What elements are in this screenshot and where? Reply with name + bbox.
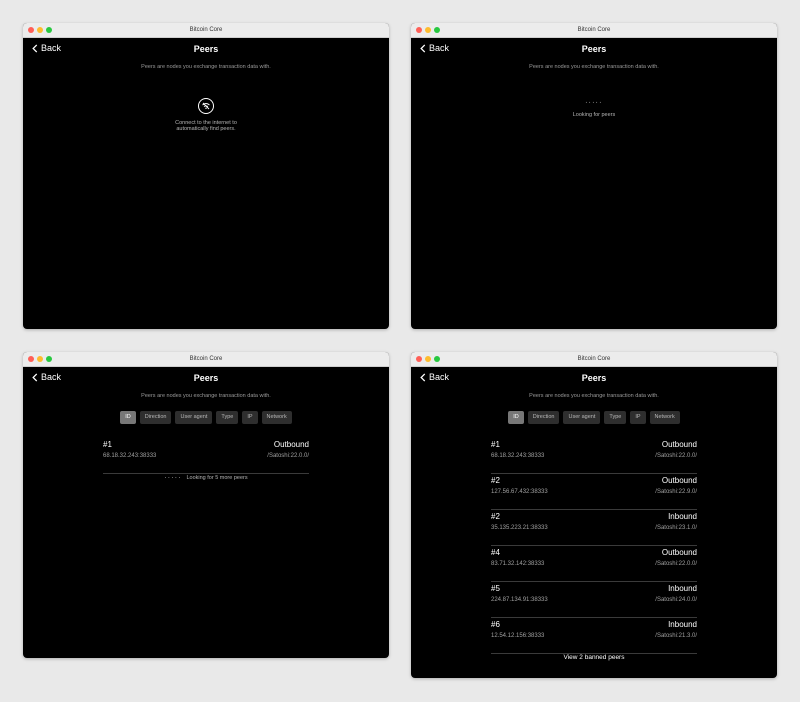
window-full-list: Bitcoin Core Back Peers Peers are nodes … <box>411 352 777 678</box>
zoom-button[interactable] <box>434 27 440 33</box>
minimize-button[interactable] <box>425 356 431 362</box>
peer-row[interactable]: #5 224.87.134.91:38333 Inbound /Satoshi:… <box>491 582 697 618</box>
page-subtitle: Peers are nodes you exchange transaction… <box>141 64 271 70</box>
window-partial: Bitcoin Core Back Peers Peers are nodes … <box>23 352 389 658</box>
filter-type[interactable]: Type <box>216 411 239 424</box>
peer-address: 127.56.67.432:38333 <box>491 489 548 495</box>
minimize-button[interactable] <box>425 27 431 33</box>
filter-direction[interactable]: Direction <box>527 411 560 424</box>
page-title: Peers <box>581 44 607 54</box>
peer-id: #5 <box>491 584 500 593</box>
peer-user-agent: /Satoshi:23.1.0/ <box>655 525 697 531</box>
filter-bar: ID Direction User agent Type IP Network <box>23 411 389 424</box>
page-subtitle: Peers are nodes you exchange transaction… <box>141 393 271 399</box>
page-title: Peers <box>581 373 607 383</box>
window-controls <box>28 27 52 33</box>
peer-row[interactable]: #1 68.18.32.243:38333 Outbound /Satoshi:… <box>491 438 697 474</box>
filter-user-agent[interactable]: User agent <box>563 411 601 424</box>
peer-row[interactable]: #2 35.135.223.21:38333 Inbound /Satoshi:… <box>491 510 697 546</box>
peer-id: #4 <box>491 548 500 557</box>
peer-user-agent: /Satoshi:21.3.0/ <box>655 633 697 639</box>
filter-network[interactable]: Network <box>261 411 292 424</box>
zoom-button[interactable] <box>46 356 52 362</box>
peer-address: 224.87.134.91:38333 <box>491 597 548 603</box>
peer-direction: Inbound <box>668 620 697 629</box>
loading-dots-icon: ····· <box>585 100 603 106</box>
peer-direction: Outbound <box>661 440 697 449</box>
window-title: Bitcoin Core <box>577 356 611 362</box>
peer-user-agent: /Satoshi:22.0.0/ <box>267 453 309 459</box>
peer-address: 68.18.32.243:38333 <box>491 453 545 459</box>
view-banned-peers-link[interactable]: View 2 banned peers <box>411 654 777 661</box>
peer-row[interactable]: #6 12.54.12.156:38333 Inbound /Satoshi:2… <box>491 618 697 654</box>
looking-more-label: Looking for 5 more peers <box>186 475 248 481</box>
window-offline: Bitcoin Core Back Peers Peers are nodes … <box>23 23 389 329</box>
peer-direction: Outbound <box>273 440 309 449</box>
window-controls <box>416 356 440 362</box>
window-controls <box>416 27 440 33</box>
titlebar: Bitcoin Core <box>23 352 389 367</box>
peer-direction: Outbound <box>661 548 697 557</box>
peer-row[interactable]: #2 127.56.67.432:38333 Outbound /Satoshi… <box>491 474 697 510</box>
page-title: Peers <box>193 373 219 383</box>
peer-row[interactable]: #1 68.18.32.243:38333 Outbound /Satoshi:… <box>103 438 309 474</box>
filter-ip[interactable]: IP <box>242 411 258 424</box>
zoom-button[interactable] <box>434 356 440 362</box>
peer-address: 35.135.223.21:38333 <box>491 525 548 531</box>
titlebar: Bitcoin Core <box>411 352 777 367</box>
filter-user-agent[interactable]: User agent <box>175 411 213 424</box>
page-subtitle: Peers are nodes you exchange transaction… <box>529 64 659 70</box>
peer-list: #1 68.18.32.243:38333 Outbound /Satoshi:… <box>491 438 697 654</box>
close-button[interactable] <box>28 27 34 33</box>
close-button[interactable] <box>416 27 422 33</box>
window-searching: Bitcoin Core Back Peers Peers are nodes … <box>411 23 777 329</box>
filter-bar: ID Direction User agent Type IP Network <box>411 411 777 424</box>
filter-type[interactable]: Type <box>604 411 627 424</box>
page-title: Peers <box>193 44 219 54</box>
wifi-off-icon <box>198 98 214 114</box>
peer-id: #1 <box>103 440 112 449</box>
looking-more-status: ····· Looking for 5 more peers <box>23 475 389 481</box>
peer-direction: Inbound <box>668 512 697 521</box>
window-title: Bitcoin Core <box>189 356 223 362</box>
close-button[interactable] <box>416 356 422 362</box>
minimize-button[interactable] <box>37 27 43 33</box>
peer-id: #2 <box>491 476 500 485</box>
searching-message: Looking for peers <box>572 112 616 118</box>
titlebar: Bitcoin Core <box>411 23 777 38</box>
peer-direction: Outbound <box>661 476 697 485</box>
window-title: Bitcoin Core <box>189 27 223 33</box>
peer-address: 12.54.12.156:38333 <box>491 633 545 639</box>
minimize-button[interactable] <box>37 356 43 362</box>
filter-id[interactable]: ID <box>508 411 524 424</box>
peer-id: #2 <box>491 512 500 521</box>
offline-message-line2: automatically find peers. <box>176 126 236 132</box>
close-button[interactable] <box>28 356 34 362</box>
peer-direction: Inbound <box>668 584 697 593</box>
window-controls <box>28 356 52 362</box>
peer-user-agent: /Satoshi:22.0.0/ <box>655 453 697 459</box>
peer-address: 68.18.32.243:38333 <box>103 453 157 459</box>
filter-id[interactable]: ID <box>120 411 136 424</box>
page-subtitle: Peers are nodes you exchange transaction… <box>529 393 659 399</box>
peer-list: #1 68.18.32.243:38333 Outbound /Satoshi:… <box>103 438 309 474</box>
peer-id: #6 <box>491 620 500 629</box>
peer-address: 83.71.32.142:38333 <box>491 561 545 567</box>
window-title: Bitcoin Core <box>577 27 611 33</box>
peer-user-agent: /Satoshi:22.9.0/ <box>655 489 697 495</box>
peer-user-agent: /Satoshi:22.0.0/ <box>655 561 697 567</box>
filter-ip[interactable]: IP <box>630 411 646 424</box>
peer-row[interactable]: #4 83.71.32.142:38333 Outbound /Satoshi:… <box>491 546 697 582</box>
filter-direction[interactable]: Direction <box>139 411 172 424</box>
loading-dots-icon: ····· <box>164 475 182 481</box>
filter-network[interactable]: Network <box>649 411 680 424</box>
titlebar: Bitcoin Core <box>23 23 389 38</box>
zoom-button[interactable] <box>46 27 52 33</box>
peer-id: #1 <box>491 440 500 449</box>
peer-user-agent: /Satoshi:24.0.0/ <box>655 597 697 603</box>
